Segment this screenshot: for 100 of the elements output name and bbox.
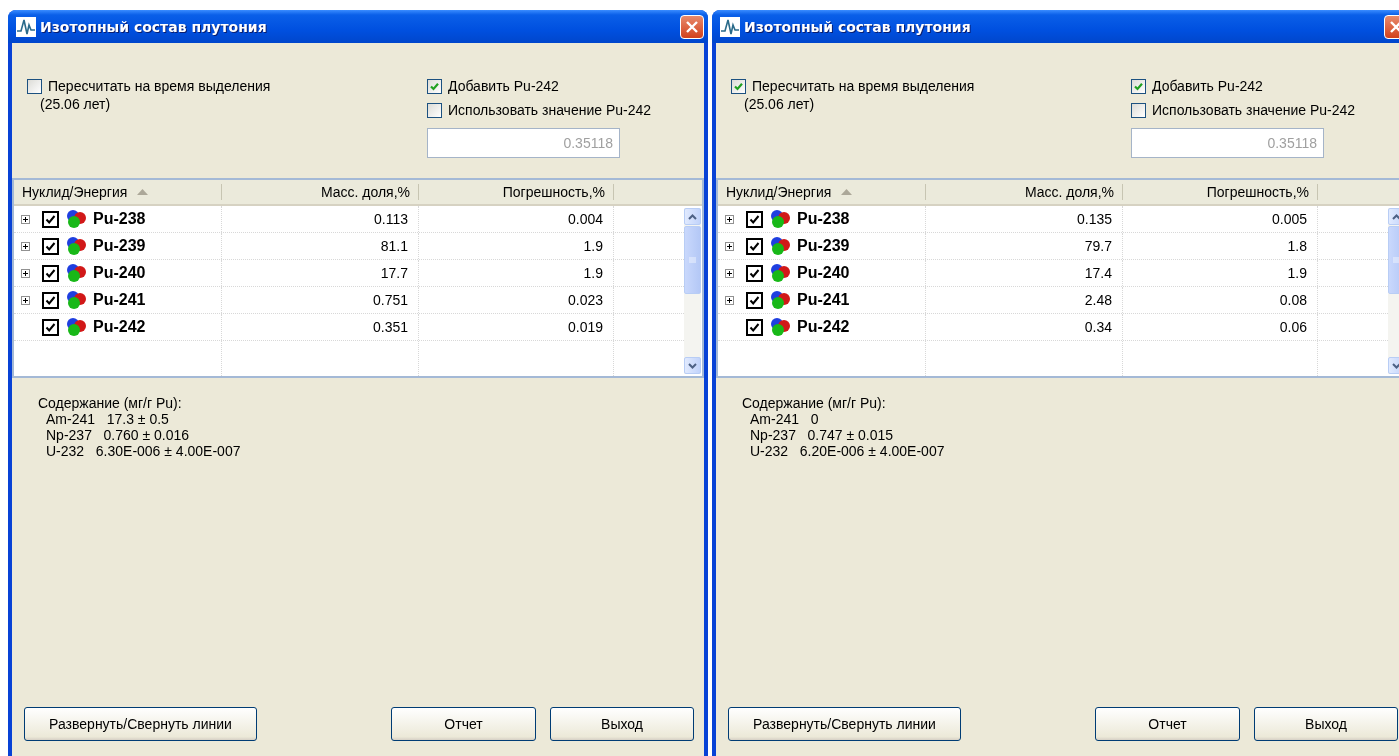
checkbox-label[interactable]: Использовать значение Pu-242 (1152, 102, 1356, 118)
spheres-icon (769, 317, 791, 337)
checkbox-label[interactable]: Использовать значение Pu-242 (448, 102, 652, 118)
spheres-icon (65, 209, 87, 229)
window-title: Изотопный состав плутония (40, 18, 268, 35)
table-cell: 2.48 (926, 287, 1123, 313)
scroll-up-button[interactable] (684, 208, 701, 225)
scrollbar-thumb[interactable] (684, 226, 701, 294)
exit-button[interactable]: Выход (1254, 707, 1398, 741)
content-line: Am-241 0 (750, 411, 820, 427)
window-title: Изотопный состав плутония (744, 18, 972, 35)
table-cell: 0.135 (926, 206, 1123, 232)
content-heading: Содержание (мг/г Pu): (742, 395, 887, 411)
report-button[interactable]: Отчет (1095, 707, 1240, 741)
grip-icon (689, 256, 696, 264)
expand-icon[interactable] (21, 214, 30, 224)
table-cell: 0.34 (926, 314, 1123, 340)
expand-icon[interactable] (21, 295, 30, 305)
nuclide-name: Pu-240 (797, 264, 850, 282)
table-cell: 1.8 (1123, 233, 1318, 259)
grip-icon (1393, 256, 1399, 264)
checkbox[interactable] (746, 264, 763, 282)
nuclide-name: Pu-241 (797, 291, 850, 309)
table-cell: 1.9 (1123, 260, 1318, 286)
spheres-icon (769, 209, 791, 229)
nuclide-name: Pu-239 (93, 237, 146, 255)
table-cell: 1.9 (419, 233, 614, 259)
checkbox[interactable] (731, 78, 746, 94)
nuclide-name: Pu-238 (93, 210, 146, 228)
checkbox-label[interactable]: Добавить Pu-242 (448, 78, 559, 94)
table-cell: 0.351 (222, 314, 419, 340)
table-cell: 17.7 (222, 260, 419, 286)
close-icon (685, 19, 699, 34)
expand-icon[interactable] (725, 268, 734, 278)
table-cell: 0.005 (1123, 206, 1318, 232)
table-cell: 0.08 (1123, 287, 1318, 313)
checkbox[interactable] (746, 318, 763, 336)
checkbox[interactable] (427, 102, 442, 118)
close-button[interactable] (680, 14, 704, 39)
column-header[interactable]: Масс. доля,% (926, 184, 1123, 200)
column-header[interactable]: Погрешность,% (419, 184, 614, 200)
checkbox-label[interactable]: Пересчитать на время выделения (48, 78, 271, 94)
checkbox[interactable] (746, 291, 763, 309)
content-line: Np-237 0.747 ± 0.015 (750, 427, 895, 443)
interval-note: (25.06 лет) (40, 96, 111, 112)
content-heading: Содержание (мг/г Pu): (38, 395, 183, 411)
checkbox[interactable] (42, 291, 59, 309)
column-header[interactable]: Погрешность,% (1123, 184, 1318, 200)
table-cell: 0.06 (1123, 314, 1318, 340)
expand-icon[interactable] (21, 268, 30, 278)
column-header[interactable]: Нуклид/Энергия (718, 184, 926, 200)
checkbox[interactable] (746, 237, 763, 255)
checkbox[interactable] (42, 318, 59, 336)
waveform-icon (720, 16, 740, 37)
checkbox-label[interactable]: Пересчитать на время выделения (752, 78, 975, 94)
interval-note: (25.06 лет) (744, 96, 815, 112)
nuclide-name: Pu-240 (93, 264, 146, 282)
expand-icon[interactable] (725, 214, 734, 224)
toggle-lines-button[interactable]: Развернуть/Свернуть линии (24, 707, 257, 741)
checkbox-label[interactable]: Добавить Pu-242 (1152, 78, 1263, 94)
table-cell: 17.4 (926, 260, 1123, 286)
nuclide-name: Pu-242 (93, 318, 146, 336)
content-line: Am-241 17.3 ± 0.5 (46, 411, 170, 427)
expand-icon[interactable] (725, 241, 734, 251)
table-cell: 0.004 (419, 206, 614, 232)
content-line: Np-237 0.760 ± 0.016 (46, 427, 191, 443)
checkbox[interactable] (1131, 78, 1146, 94)
exit-button[interactable]: Выход (550, 707, 694, 741)
nuclide-name: Pu-239 (797, 237, 850, 255)
table-cell: 0.751 (222, 287, 419, 313)
table-cell: 1.9 (419, 260, 614, 286)
expand-icon[interactable] (21, 241, 30, 251)
checkbox[interactable] (27, 78, 42, 94)
table-cell: 0.019 (419, 314, 614, 340)
toggle-lines-button[interactable]: Развернуть/Свернуть линии (728, 707, 961, 741)
checkbox[interactable] (427, 78, 442, 94)
expand-icon[interactable] (725, 295, 734, 305)
checkbox[interactable] (42, 210, 59, 228)
spheres-icon (769, 263, 791, 283)
spheres-icon (65, 290, 87, 310)
content-line: U-232 6.20E-006 ± 4.00E-007 (750, 443, 946, 459)
waveform-icon (16, 16, 36, 37)
nuclide-name: Pu-241 (93, 291, 146, 309)
spheres-icon (769, 290, 791, 310)
column-header[interactable]: Нуклид/Энергия (14, 184, 222, 200)
spheres-icon (769, 236, 791, 256)
nuclide-name: Pu-238 (797, 210, 850, 228)
column-header[interactable]: Масс. доля,% (222, 184, 419, 200)
close-icon (1389, 19, 1399, 34)
checkbox[interactable] (42, 264, 59, 282)
spheres-icon (65, 317, 87, 337)
spheres-icon (65, 263, 87, 283)
checkbox[interactable] (1131, 102, 1146, 118)
scroll-down-button[interactable] (684, 357, 701, 374)
spheres-icon (65, 236, 87, 256)
checkbox[interactable] (42, 237, 59, 255)
report-button[interactable]: Отчет (391, 707, 536, 741)
checkbox[interactable] (746, 210, 763, 228)
table-cell: 81.1 (222, 233, 419, 259)
table-cell: 0.023 (419, 287, 614, 313)
